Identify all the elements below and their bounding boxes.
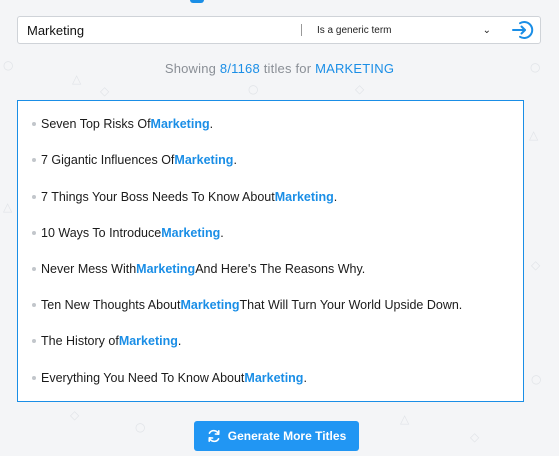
search-divider bbox=[301, 24, 302, 36]
title-keyword: Marketing bbox=[150, 117, 210, 131]
title-item[interactable]: Seven Top Risks Of Marketing. bbox=[32, 117, 213, 131]
bullet-icon bbox=[32, 339, 36, 343]
title-item[interactable]: 7 Things Your Boss Needs To Know About M… bbox=[32, 190, 337, 204]
title-item[interactable]: 10 Ways To Introduce Marketing. bbox=[32, 226, 224, 240]
results-status: Showing 8/1168 titles for MARKETING bbox=[0, 61, 559, 76]
bullet-icon bbox=[32, 303, 36, 307]
title-keyword: Marketing bbox=[118, 334, 178, 348]
bullet-icon bbox=[32, 376, 36, 380]
generate-button-label: Generate More Titles bbox=[227, 429, 347, 443]
background-circle-shape: ○ bbox=[531, 372, 542, 386]
status-term: MARKETING bbox=[315, 61, 395, 76]
background-square-shape: ◇ bbox=[70, 408, 80, 422]
background-circle-shape: ○ bbox=[248, 82, 259, 96]
generate-more-titles-button[interactable]: Generate More Titles bbox=[194, 421, 359, 451]
background-square-shape: ◇ bbox=[531, 258, 541, 272]
title-keyword: Marketing bbox=[161, 226, 221, 240]
search-bar: Is a generic term ⌄ bbox=[17, 16, 541, 44]
match-type-select[interactable]: Is a generic term ⌄ bbox=[317, 25, 493, 36]
background-square-shape: ◇ bbox=[100, 84, 110, 98]
status-count: 8/1168 bbox=[219, 61, 260, 76]
title-item[interactable]: The History of Marketing. bbox=[32, 334, 181, 348]
title-keyword: Marketing bbox=[180, 298, 240, 312]
title-item[interactable]: Everything You Need To Know About Market… bbox=[32, 371, 307, 385]
search-input[interactable] bbox=[18, 17, 299, 43]
background-circle-shape: ○ bbox=[135, 420, 146, 434]
refresh-icon bbox=[208, 429, 220, 443]
titles-list: Seven Top Risks Of Marketing. 7 Gigantic… bbox=[17, 100, 524, 402]
status-prefix: Showing bbox=[164, 61, 220, 76]
bullet-icon bbox=[32, 122, 36, 126]
background-triangle-shape: △ bbox=[400, 412, 410, 426]
bullet-icon bbox=[32, 231, 36, 235]
background-triangle-shape: △ bbox=[3, 200, 13, 214]
bullet-icon bbox=[32, 267, 36, 271]
status-middle: titles for bbox=[259, 61, 316, 76]
title-keyword: Marketing bbox=[244, 371, 304, 385]
title-item[interactable]: Ten New Thoughts About Marketing That Wi… bbox=[32, 298, 462, 312]
background-square-shape: ◇ bbox=[470, 430, 480, 444]
title-item[interactable]: 7 Gigantic Influences Of Marketing. bbox=[32, 153, 237, 167]
match-type-value: Is a generic term bbox=[317, 24, 392, 36]
arrow-right-circle-icon bbox=[512, 21, 534, 39]
bullet-icon bbox=[32, 195, 36, 199]
bullet-icon bbox=[32, 158, 36, 162]
chevron-down-icon: ⌄ bbox=[482, 24, 491, 36]
search-submit-button[interactable] bbox=[511, 18, 535, 42]
background-triangle-shape: △ bbox=[529, 128, 539, 142]
title-item[interactable]: Never Mess With Marketing And Here's The… bbox=[32, 262, 365, 276]
title-keyword: Marketing bbox=[174, 153, 234, 167]
title-keyword: Marketing bbox=[136, 262, 196, 276]
background-square-shape: ◇ bbox=[355, 82, 365, 96]
title-keyword: Marketing bbox=[274, 190, 334, 204]
top-accent-bar bbox=[190, 0, 204, 3]
